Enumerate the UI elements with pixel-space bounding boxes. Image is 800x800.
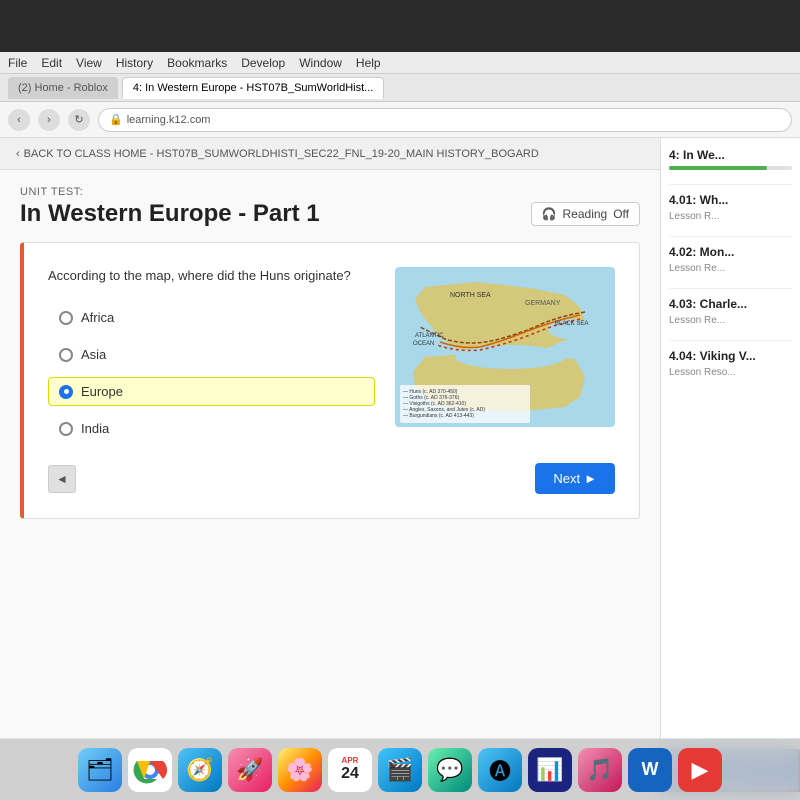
dock-youtube[interactable]: ▶ xyxy=(678,748,722,792)
sidebar-402-sub: Lesson Re... xyxy=(669,263,792,274)
page-title: In Western Europe - Part 1 xyxy=(20,200,320,228)
dock-calendar[interactable]: APR 24 xyxy=(328,748,372,792)
dock-music[interactable]: 🎵 xyxy=(578,748,622,792)
next-icon: ► xyxy=(584,471,597,486)
svg-text:— Burgundians (c. AD 413-443): — Burgundians (c. AD 413-443) xyxy=(403,413,474,419)
dock-chrome[interactable] xyxy=(128,748,172,792)
option-india[interactable]: India xyxy=(48,414,375,443)
reading-status: Off xyxy=(613,207,629,221)
back-button[interactable]: ‹ xyxy=(8,109,30,131)
question-text: According to the map, where did the Huns… xyxy=(48,267,375,285)
quiz-card: According to the map, where did the Huns… xyxy=(20,242,640,519)
map-image: NORTH SEA ATLANTIC OCEAN BLACK SEA GERMA… xyxy=(395,267,615,427)
svg-text:OCEAN: OCEAN xyxy=(413,341,434,347)
mac-dock: 🗂 🧭 🚀 🌸 APR 24 🎬 💬 🅐 📊 🎵 W ▶ xyxy=(0,738,800,800)
options-list: Africa Asia Europe xyxy=(48,303,375,443)
menu-file[interactable]: File xyxy=(8,56,27,70)
sidebar-item-401[interactable]: 4.01: Wh... Lesson R... xyxy=(669,193,792,222)
prev-button[interactable]: ◄ xyxy=(48,465,76,493)
sidebar-402-heading: 4.02: Mon... xyxy=(669,245,792,259)
sidebar-progress-bar xyxy=(669,166,792,170)
breadcrumb: ‹ BACK TO CLASS HOME - HST07B_SUMWORLDHI… xyxy=(0,138,660,170)
svg-text:ATLANTIC: ATLANTIC xyxy=(415,333,444,339)
refresh-button[interactable]: ↻ xyxy=(68,109,90,131)
option-africa[interactable]: Africa xyxy=(48,303,375,332)
radio-europe xyxy=(59,385,73,399)
radio-india xyxy=(59,422,73,436)
dock-launchpad[interactable]: 🚀 xyxy=(228,748,272,792)
sidebar-main-heading: 4: In We... xyxy=(669,148,792,162)
unit-test-label: UNIT TEST: xyxy=(0,170,660,200)
svg-text:BLACK SEA: BLACK SEA xyxy=(555,321,588,327)
right-sidebar: 4: In We... 4.01: Wh... Lesson R... 4.02… xyxy=(660,138,800,800)
browser-toolbar: ‹ › ↻ 🔒 learning.k12.com xyxy=(0,102,800,138)
headphone-icon: 🎧 xyxy=(542,207,557,221)
dock-calendar-month: APR xyxy=(342,756,359,765)
sidebar-401-sub: Lesson R... xyxy=(669,211,792,222)
page-content: ‹ BACK TO CLASS HOME - HST07B_SUMWORLDHI… xyxy=(0,138,800,800)
option-europe-label: Europe xyxy=(81,384,123,399)
sidebar-divider-1 xyxy=(669,184,792,185)
sidebar-item-403[interactable]: 4.03: Charle... Lesson Re... xyxy=(669,297,792,326)
menu-view[interactable]: View xyxy=(76,56,102,70)
forward-button[interactable]: › xyxy=(38,109,60,131)
option-africa-label: Africa xyxy=(81,310,114,325)
reading-button[interactable]: 🎧 Reading Off xyxy=(531,202,640,226)
next-button[interactable]: Next ► xyxy=(535,463,615,494)
option-asia[interactable]: Asia xyxy=(48,340,375,369)
radio-africa xyxy=(59,311,73,325)
sidebar-404-heading: 4.04: Viking V... xyxy=(669,349,792,363)
browser-menu-bar: File Edit View History Bookmarks Develop… xyxy=(0,52,800,74)
address-bar[interactable]: 🔒 learning.k12.com xyxy=(98,108,792,132)
mac-top-bar xyxy=(0,0,800,52)
option-asia-label: Asia xyxy=(81,347,106,362)
next-label: Next xyxy=(553,471,580,486)
nav-buttons-row: ◄ Next ► xyxy=(48,463,615,494)
sidebar-401-heading: 4.01: Wh... xyxy=(669,193,792,207)
dock-imovie[interactable]: 🎬 xyxy=(378,748,422,792)
sidebar-item-404[interactable]: 4.04: Viking V... Lesson Reso... xyxy=(669,349,792,378)
browser-window: File Edit View History Bookmarks Develop… xyxy=(0,52,800,800)
question-left: According to the map, where did the Huns… xyxy=(48,267,375,443)
radio-asia xyxy=(59,348,73,362)
prev-icon: ◄ xyxy=(56,472,68,486)
svg-text:NORTH SEA: NORTH SEA xyxy=(450,292,491,299)
sidebar-404-sub: Lesson Reso... xyxy=(669,367,792,378)
sidebar-divider-2 xyxy=(669,236,792,237)
dock-safari[interactable]: 🧭 xyxy=(178,748,222,792)
option-europe[interactable]: Europe xyxy=(48,377,375,406)
page-title-row: In Western Europe - Part 1 🎧 Reading Off xyxy=(0,200,660,242)
option-india-label: India xyxy=(81,421,109,436)
sidebar-divider-4 xyxy=(669,340,792,341)
sidebar-main-section: 4: In We... xyxy=(669,148,792,170)
sidebar-progress-fill xyxy=(669,166,767,170)
menu-edit[interactable]: Edit xyxy=(41,56,62,70)
menu-bookmarks[interactable]: Bookmarks xyxy=(167,56,227,70)
menu-help[interactable]: Help xyxy=(356,56,381,70)
menu-develop[interactable]: Develop xyxy=(241,56,285,70)
sidebar-403-heading: 4.03: Charle... xyxy=(669,297,792,311)
sidebar-403-sub: Lesson Re... xyxy=(669,315,792,326)
main-area: ‹ BACK TO CLASS HOME - HST07B_SUMWORLDHI… xyxy=(0,138,660,800)
question-area: According to the map, where did the Huns… xyxy=(48,267,615,443)
dock-photos[interactable]: 🌸 xyxy=(278,748,322,792)
menu-window[interactable]: Window xyxy=(299,56,342,70)
tab-learning[interactable]: 4: In Western Europe - HST07B_SumWorldHi… xyxy=(122,77,384,99)
reading-label: Reading xyxy=(563,207,608,221)
menu-history[interactable]: History xyxy=(116,56,153,70)
dock-finder[interactable]: 🗂 xyxy=(78,748,122,792)
tab-roblox[interactable]: (2) Home - Roblox xyxy=(8,77,118,99)
svg-text:GERMANY: GERMANY xyxy=(525,300,561,307)
dock-word[interactable]: W xyxy=(628,748,672,792)
dock-calendar-date: 24 xyxy=(341,765,359,783)
sidebar-item-402[interactable]: 4.02: Mon... Lesson Re... xyxy=(669,245,792,274)
breadcrumb-arrow: ‹ xyxy=(16,148,20,160)
sidebar-divider-3 xyxy=(669,288,792,289)
tab-bar: (2) Home - Roblox 4: In Western Europe -… xyxy=(0,74,800,102)
dock-messages[interactable]: 💬 xyxy=(428,748,472,792)
dock-keynote[interactable]: 📊 xyxy=(528,748,572,792)
dock-appstore[interactable]: 🅐 xyxy=(478,748,522,792)
breadcrumb-text: BACK TO CLASS HOME - HST07B_SUMWORLDHIST… xyxy=(24,148,539,160)
